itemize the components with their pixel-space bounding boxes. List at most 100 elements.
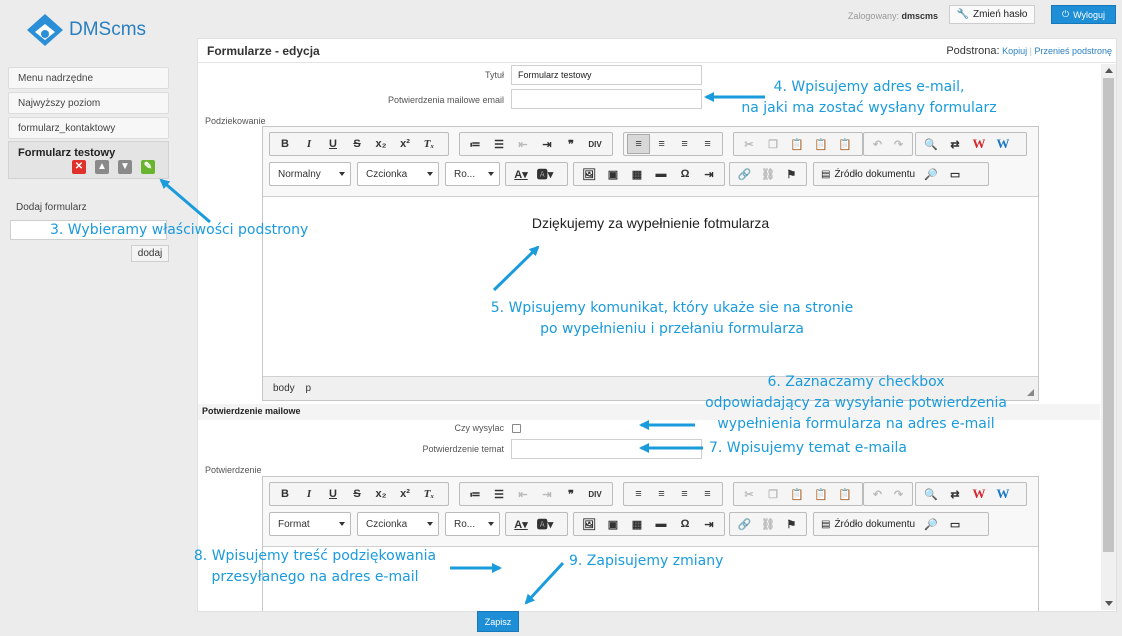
text-color-icon[interactable]: A▾: [509, 164, 533, 184]
blockquote-icon[interactable]: ❞: [559, 134, 583, 154]
copy-icon[interactable]: ❐: [761, 484, 785, 504]
move-down-icon[interactable]: ▼: [118, 160, 132, 174]
align-left-icon[interactable]: ≡: [627, 134, 651, 154]
blockquote-icon[interactable]: ❞: [559, 484, 583, 504]
align-center-icon[interactable]: ≡: [650, 484, 673, 504]
remove-format-icon[interactable]: Tₓ: [417, 134, 441, 154]
move-up-icon[interactable]: ▲: [95, 160, 109, 174]
sidebar-item-formularz-kontaktowy[interactable]: formularz_kontaktowy: [8, 117, 169, 139]
replace-icon[interactable]: ⇄: [943, 134, 967, 154]
paste-text-icon[interactable]: 📋: [809, 134, 833, 154]
align-center-icon[interactable]: ≡: [650, 134, 673, 154]
bulleted-list-icon[interactable]: ☰: [487, 484, 511, 504]
title-input[interactable]: Formularz testowy: [511, 65, 702, 85]
copy-icon[interactable]: ❐: [761, 134, 785, 154]
cut-icon[interactable]: ✂: [737, 484, 761, 504]
bold-icon[interactable]: B: [273, 134, 297, 154]
align-left-icon[interactable]: ≡: [627, 484, 650, 504]
superscript-icon[interactable]: x²: [393, 484, 417, 504]
delete-icon[interactable]: ✕: [72, 160, 86, 174]
superscript-icon[interactable]: x²: [393, 134, 417, 154]
size-combo[interactable]: Ro...: [445, 512, 500, 536]
image-icon[interactable]: 🖼: [577, 164, 601, 184]
scroll-up-icon[interactable]: [1105, 68, 1113, 73]
anchor-icon[interactable]: ⚑: [780, 514, 803, 534]
link-icon[interactable]: 🔗: [733, 164, 756, 184]
flash-icon[interactable]: ▣: [601, 164, 625, 184]
path-body[interactable]: body: [273, 383, 295, 394]
page-break-icon[interactable]: ⇥: [697, 514, 721, 534]
size-combo[interactable]: Ro...: [445, 162, 500, 186]
table-icon[interactable]: ▦: [625, 514, 649, 534]
templates-icon[interactable]: ▭: [943, 514, 967, 534]
thanks-editable-area[interactable]: Dziękujemy za wypełnienie fotmularza: [263, 196, 1038, 376]
copy-link[interactable]: Kopiuj: [1002, 46, 1027, 56]
edit-properties-icon[interactable]: ✎: [141, 160, 155, 174]
link-icon[interactable]: 🔗: [733, 514, 756, 534]
image-icon[interactable]: 🖼: [577, 514, 601, 534]
table-icon[interactable]: ▦: [625, 164, 649, 184]
undo-icon[interactable]: ↶: [867, 484, 888, 504]
sidebar-item-menu-nadrzedne[interactable]: Menu nadrzędne: [8, 67, 169, 89]
add-form-input[interactable]: [10, 220, 167, 240]
paste-icon[interactable]: 📋: [785, 134, 809, 154]
italic-icon[interactable]: I: [297, 484, 321, 504]
justify-icon[interactable]: ≡: [696, 484, 719, 504]
underline-icon[interactable]: U: [321, 134, 345, 154]
outdent-icon[interactable]: ⇤: [511, 134, 535, 154]
format-combo[interactable]: Format: [269, 512, 351, 536]
word-count-blue-icon[interactable]: W: [991, 484, 1015, 504]
move-subpage-link[interactable]: Przenieś podstronę: [1034, 46, 1112, 56]
subscript-icon[interactable]: x₂: [369, 484, 393, 504]
paste-word-icon[interactable]: 📋: [833, 484, 857, 504]
font-combo[interactable]: Czcionka: [357, 162, 439, 186]
confirmation-editable-area[interactable]: [263, 546, 1038, 611]
format-combo[interactable]: Normalny: [269, 162, 351, 186]
numbered-list-icon[interactable]: ≔: [463, 484, 487, 504]
preview-icon[interactable]: 🔎: [919, 164, 943, 184]
add-form-button[interactable]: dodaj: [131, 245, 169, 262]
italic-icon[interactable]: I: [297, 134, 321, 154]
special-char-icon[interactable]: Ω: [673, 514, 697, 534]
flash-icon[interactable]: ▣: [601, 514, 625, 534]
save-button[interactable]: Zapisz: [477, 611, 519, 632]
background-color-icon[interactable]: 🅰▾: [533, 164, 557, 184]
replace-icon[interactable]: ⇄: [943, 484, 967, 504]
source-button[interactable]: ▤ Źródło dokumentu: [817, 169, 919, 180]
underline-icon[interactable]: U: [321, 484, 345, 504]
special-char-icon[interactable]: Ω: [673, 164, 697, 184]
templates-icon[interactable]: ▭: [943, 164, 967, 184]
source-button[interactable]: ▤ Źródło dokumentu: [817, 519, 919, 530]
subject-input[interactable]: [511, 439, 702, 459]
logo[interactable]: DMScms: [25, 12, 146, 48]
email-input[interactable]: [511, 89, 702, 109]
find-icon[interactable]: 🔍: [919, 134, 943, 154]
bold-icon[interactable]: B: [273, 484, 297, 504]
unlink-icon[interactable]: ⛓: [756, 164, 779, 184]
background-color-icon[interactable]: 🅰▾: [533, 514, 557, 534]
sidebar-item-formularz-testowy[interactable]: Formularz testowy ✕ ▲ ▼ ✎: [8, 141, 169, 179]
font-combo[interactable]: Czcionka: [357, 512, 439, 536]
paste-text-icon[interactable]: 📋: [809, 484, 833, 504]
paste-icon[interactable]: 📋: [785, 484, 809, 504]
word-count-red-icon[interactable]: W: [967, 484, 991, 504]
horizontal-line-icon[interactable]: ▬: [649, 164, 673, 184]
redo-icon[interactable]: ↷: [888, 484, 909, 504]
bulleted-list-icon[interactable]: ☰: [487, 134, 511, 154]
sidebar-item-najwyzszy-poziom[interactable]: Najwyższy poziom: [8, 92, 169, 114]
text-color-icon[interactable]: A▾: [509, 514, 533, 534]
logout-button[interactable]: ⏻ Wyloguj: [1051, 5, 1116, 24]
paste-word-icon[interactable]: 📋: [833, 134, 857, 154]
horizontal-line-icon[interactable]: ▬: [649, 514, 673, 534]
scroll-thumb[interactable]: [1103, 78, 1114, 552]
send-confirmation-checkbox[interactable]: [512, 424, 521, 433]
subscript-icon[interactable]: x₂: [369, 134, 393, 154]
scroll-down-icon[interactable]: [1105, 601, 1113, 606]
anchor-icon[interactable]: ⚑: [780, 164, 803, 184]
undo-icon[interactable]: ↶: [867, 134, 888, 154]
justify-icon[interactable]: ≡: [696, 134, 719, 154]
align-right-icon[interactable]: ≡: [673, 484, 696, 504]
scrollbar[interactable]: [1101, 64, 1116, 610]
find-icon[interactable]: 🔍: [919, 484, 943, 504]
word-count-red-icon[interactable]: W: [967, 134, 991, 154]
